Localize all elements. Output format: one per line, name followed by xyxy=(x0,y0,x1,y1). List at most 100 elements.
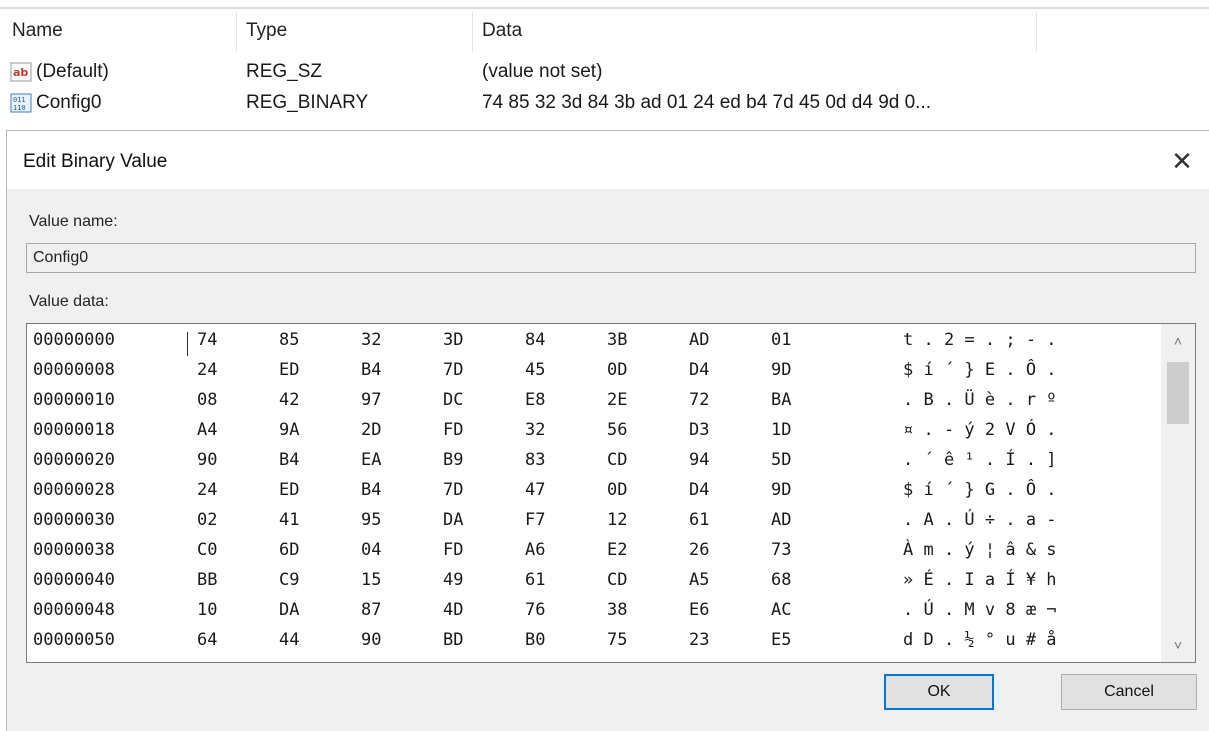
dialog-titlebar[interactable]: Edit Binary Value ✕ xyxy=(7,131,1209,189)
hex-byte[interactable]: E5 xyxy=(771,630,791,650)
hex-byte[interactable]: 45 xyxy=(525,360,545,380)
column-header-name[interactable]: Name xyxy=(12,20,63,42)
hex-byte[interactable]: 32 xyxy=(361,330,381,350)
hex-ascii[interactable]: t . 2 = . ; - . xyxy=(903,330,1057,350)
hex-byte[interactable]: 42 xyxy=(279,390,299,410)
hex-row[interactable]: 00000020 90 B4 EA B9 83 CD 94 5D . ´ ê ¹ . Í . ] xyxy=(27,446,1167,476)
hex-ascii[interactable]: d D . ½ ° u # å xyxy=(903,630,1057,650)
close-icon[interactable]: ✕ xyxy=(1164,143,1200,179)
hex-byte[interactable]: 15 xyxy=(361,570,381,590)
hex-byte[interactable]: 9D xyxy=(771,360,791,380)
hex-byte[interactable]: BA xyxy=(771,390,791,410)
hex-row[interactable]: 00000050 64 44 90 BD B0 75 23 E5 d D . ½ ° u # å xyxy=(27,626,1167,656)
scroll-up-icon[interactable]: ˄ xyxy=(1161,324,1195,358)
hex-byte[interactable]: 47 xyxy=(525,480,545,500)
hex-byte[interactable]: FD xyxy=(443,420,463,440)
hex-byte[interactable]: CD xyxy=(607,570,627,590)
hex-byte[interactable]: 02 xyxy=(197,510,217,530)
hex-byte[interactable]: 75 xyxy=(607,630,627,650)
hex-byte[interactable]: 72 xyxy=(689,390,709,410)
hex-byte[interactable]: 64 xyxy=(197,630,217,650)
hex-byte[interactable]: E2 xyxy=(607,540,627,560)
hex-byte[interactable]: 24 xyxy=(197,360,217,380)
hex-byte[interactable]: 85 xyxy=(279,330,299,350)
hex-byte[interactable]: EA xyxy=(361,450,381,470)
hex-byte[interactable]: A4 xyxy=(197,420,217,440)
vertical-scrollbar[interactable]: ˄ ˅ xyxy=(1161,324,1195,662)
hex-byte[interactable]: DA xyxy=(279,600,299,620)
hex-ascii[interactable]: . B . Ü è . r º xyxy=(903,390,1057,410)
hex-byte[interactable]: B4 xyxy=(361,480,381,500)
hex-ascii[interactable]: ¤ . - ý 2 V Ó . xyxy=(903,420,1057,440)
hex-byte[interactable]: 9A xyxy=(279,420,299,440)
hex-byte[interactable]: AD xyxy=(689,330,709,350)
hex-byte[interactable]: 32 xyxy=(525,420,545,440)
scroll-down-icon[interactable]: ˅ xyxy=(1161,628,1195,662)
ok-button[interactable]: OK xyxy=(884,674,994,710)
hex-byte[interactable]: 73 xyxy=(771,540,791,560)
hex-byte[interactable]: 87 xyxy=(361,600,381,620)
hex-byte[interactable]: 90 xyxy=(197,450,217,470)
hex-byte[interactable]: CD xyxy=(607,450,627,470)
hex-byte[interactable]: D4 xyxy=(689,480,709,500)
scroll-thumb[interactable] xyxy=(1167,362,1189,424)
hex-ascii[interactable]: . Ú . M v 8 æ ¬ xyxy=(903,600,1057,620)
hex-byte[interactable]: ED xyxy=(279,480,299,500)
hex-row[interactable]: 00000030 02 41 95 DA F7 12 61 AD . A . Ú ÷ . a - xyxy=(27,506,1167,536)
hex-byte[interactable]: BB xyxy=(197,570,217,590)
hex-byte[interactable]: FD xyxy=(443,540,463,560)
hex-byte[interactable]: 26 xyxy=(689,540,709,560)
hex-byte[interactable]: DA xyxy=(443,510,463,530)
hex-byte[interactable]: 4D xyxy=(443,600,463,620)
hex-byte[interactable]: A6 xyxy=(525,540,545,560)
hex-byte[interactable]: 23 xyxy=(689,630,709,650)
hex-byte[interactable]: B0 xyxy=(525,630,545,650)
registry-row-default[interactable]: ab (Default) REG_SZ (value not set) xyxy=(0,57,1209,87)
hex-row[interactable]: 00000028 24 ED B4 7D 47 0D D4 9D $ í ´ } G . Ô . xyxy=(27,476,1167,506)
hex-byte[interactable]: 0D xyxy=(607,360,627,380)
hex-byte[interactable]: B9 xyxy=(443,450,463,470)
column-separator[interactable] xyxy=(1036,12,1037,52)
hex-byte[interactable]: 95 xyxy=(361,510,381,530)
hex-ascii[interactable]: . ´ ê ¹ . Í . ] xyxy=(903,450,1057,470)
column-header-type[interactable]: Type xyxy=(246,20,287,42)
hex-row[interactable]: 00000000 74 85 32 3D 84 3B AD 01 t . 2 = . ; - . xyxy=(27,326,1167,356)
hex-byte[interactable]: 3B xyxy=(607,330,627,350)
hex-ascii[interactable]: » É . I a Í ¥ h xyxy=(903,570,1057,590)
hex-byte[interactable]: BD xyxy=(443,630,463,650)
hex-byte[interactable]: E6 xyxy=(689,600,709,620)
hex-byte[interactable]: 24 xyxy=(197,480,217,500)
hex-byte[interactable]: 68 xyxy=(771,570,791,590)
hex-row[interactable]: 00000038 C0 6D 04 FD A6 E2 26 73 À m . ý ¦ â & s xyxy=(27,536,1167,566)
column-separator[interactable] xyxy=(472,12,473,52)
hex-byte[interactable]: 76 xyxy=(525,600,545,620)
hex-byte[interactable]: 61 xyxy=(689,510,709,530)
hex-ascii[interactable]: À m . ý ¦ â & s xyxy=(903,540,1057,560)
hex-byte[interactable]: D4 xyxy=(689,360,709,380)
hex-byte[interactable]: 5D xyxy=(771,450,791,470)
hex-byte[interactable]: 7D xyxy=(443,480,463,500)
hex-byte[interactable]: 97 xyxy=(361,390,381,410)
hex-byte[interactable]: A5 xyxy=(689,570,709,590)
hex-byte[interactable]: C0 xyxy=(197,540,217,560)
hex-byte[interactable]: 94 xyxy=(689,450,709,470)
hex-byte[interactable]: 3D xyxy=(443,330,463,350)
hex-byte[interactable]: 2D xyxy=(361,420,381,440)
hex-ascii[interactable]: . A . Ú ÷ . a - xyxy=(903,510,1057,530)
hex-byte[interactable]: D3 xyxy=(689,420,709,440)
hex-byte[interactable]: 1D xyxy=(771,420,791,440)
hex-byte[interactable]: ED xyxy=(279,360,299,380)
hex-byte[interactable]: 6D xyxy=(279,540,299,560)
hex-byte[interactable]: 0D xyxy=(607,480,627,500)
column-separator[interactable] xyxy=(236,12,237,52)
hex-row[interactable]: 00000048 10 DA 87 4D 76 38 E6 AC . Ú . M v 8 æ ¬ xyxy=(27,596,1167,626)
hex-byte[interactable]: B4 xyxy=(361,360,381,380)
column-header-data[interactable]: Data xyxy=(482,20,522,42)
hex-byte[interactable]: 9D xyxy=(771,480,791,500)
hex-byte[interactable]: AC xyxy=(771,600,791,620)
hex-byte[interactable]: 84 xyxy=(525,330,545,350)
hex-byte[interactable]: F7 xyxy=(525,510,545,530)
hex-byte[interactable]: 12 xyxy=(607,510,627,530)
hex-byte[interactable]: 01 xyxy=(771,330,791,350)
hex-byte[interactable]: 44 xyxy=(279,630,299,650)
